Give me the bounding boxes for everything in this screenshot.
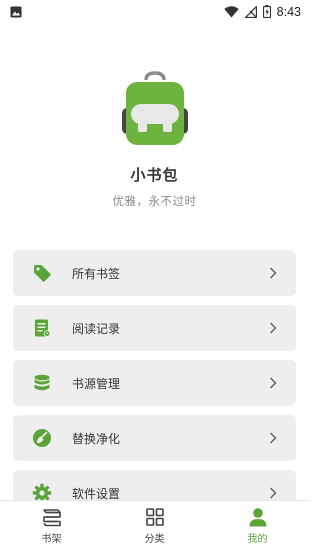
chevron-right-icon xyxy=(268,267,278,279)
wifi-icon xyxy=(223,3,239,22)
chevron-right-icon xyxy=(268,487,278,499)
menu-label-reading-history: 阅读记录 xyxy=(72,321,121,336)
person-icon xyxy=(247,506,269,528)
menu-label-replace-purify: 替换净化 xyxy=(72,431,121,446)
reading-record-icon xyxy=(32,318,52,338)
books-icon xyxy=(41,506,63,528)
settings-menu: 所有书签 阅读记录 书源管理 替换净化 软件设置 xyxy=(13,250,296,525)
broom-icon xyxy=(32,428,52,448)
tag-icon xyxy=(32,263,52,283)
status-bar: 8:43 xyxy=(0,0,309,24)
signal-icon xyxy=(243,3,257,22)
nav-mine[interactable]: 我的 xyxy=(206,501,309,550)
bottom-nav: 书架 分类 我的 xyxy=(0,500,309,550)
menu-label-bookmarks: 所有书签 xyxy=(72,266,121,281)
menu-item-bookmarks[interactable]: 所有书签 xyxy=(13,250,296,296)
image-notification-icon xyxy=(10,3,22,22)
nav-category[interactable]: 分类 xyxy=(103,501,206,550)
profile-header: 小书包 优雅，永不过时 xyxy=(0,70,309,209)
database-icon xyxy=(32,373,52,393)
nav-label-category: 分类 xyxy=(144,534,165,545)
app-slogan: 优雅，永不过时 xyxy=(112,194,197,208)
chevron-right-icon xyxy=(268,322,278,334)
status-left xyxy=(10,3,22,22)
grid-icon xyxy=(144,506,166,528)
nav-label-mine: 我的 xyxy=(247,534,268,545)
menu-item-replace-purify[interactable]: 替换净化 xyxy=(13,415,296,461)
menu-item-reading-history[interactable]: 阅读记录 xyxy=(13,305,296,351)
nav-label-bookshelf: 书架 xyxy=(41,534,62,545)
status-right: 8:43 xyxy=(223,3,301,22)
status-time: 8:43 xyxy=(276,5,301,19)
app-name: 小书包 xyxy=(130,166,179,184)
nav-bookshelf[interactable]: 书架 xyxy=(0,501,103,550)
menu-label-app-settings: 软件设置 xyxy=(72,486,121,501)
menu-item-book-sources[interactable]: 书源管理 xyxy=(13,360,296,406)
backpack-logo-icon xyxy=(0,70,309,152)
menu-label-book-sources: 书源管理 xyxy=(72,376,121,391)
chevron-right-icon xyxy=(268,377,278,389)
battery-charging-icon xyxy=(262,3,271,22)
chevron-right-icon xyxy=(268,432,278,444)
